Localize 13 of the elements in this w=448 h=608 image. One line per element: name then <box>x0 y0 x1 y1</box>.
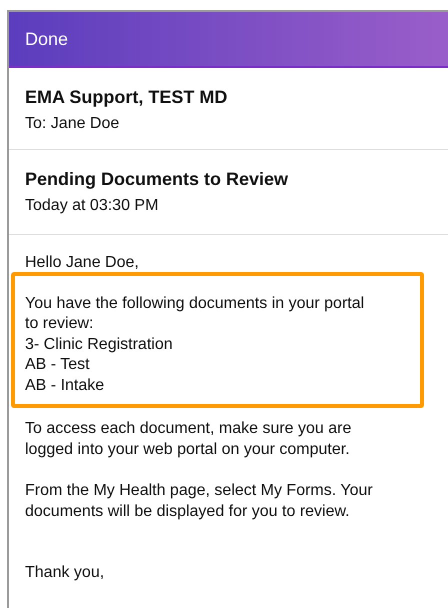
greeting-text: Hello Jane Doe, <box>25 253 139 273</box>
document-item: AB - Intake <box>25 376 104 396</box>
done-button[interactable]: Done <box>25 28 68 50</box>
subject-title: Pending Documents to Review <box>25 168 290 190</box>
closing-text: Thank you, <box>25 563 104 583</box>
document-item: 3- Clinic Registration <box>25 334 173 354</box>
body-paragraph: From the My Health page, select My Forms. Your documents will be displayed for you to review. <box>25 481 373 522</box>
sender-name: EMA Support, TEST MD <box>25 86 228 108</box>
intro-text: You have the following documents in your portal to review: <box>25 294 364 334</box>
message-time: Today at 03:30 PM <box>25 196 160 216</box>
document-item: AB - Test <box>25 355 90 375</box>
recipient-line: To: Jane Doe <box>25 114 120 134</box>
body-paragraph: To access each document, make sure you are logged into your web portal on your computer. <box>25 419 352 460</box>
